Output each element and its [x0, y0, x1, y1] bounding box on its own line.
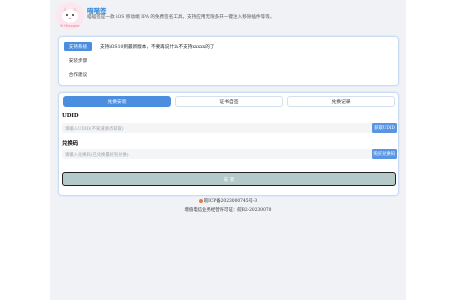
info-card: 支持系统 安装步骤 合作建议 支持iOS10到最新版本，不要再说什么不支持xxx… — [58, 36, 399, 86]
page-container: Hi Miaoqian 喵喵签 喵喵签是一款 iOS 移动端 IPA 的免费签名… — [50, 0, 406, 300]
logo-text: Hi Miaoqian — [60, 24, 81, 28]
buy-code-button[interactable]: 购买兑换码 — [371, 149, 397, 159]
notice-text: 支持iOS10到最新版本，不要再说什么不支持xxxxx的了 — [100, 45, 215, 50]
install-card: 兑换安装 证书自签 兑换记录 UDID 请输入UDID(不知道请点获取) 获取U… — [58, 92, 399, 196]
udid-field[interactable]: 请输入UDID(不知道请点获取) 获取UDID — [62, 123, 397, 133]
icp-footer[interactable]: 皖ICP备2023000745号-3 — [50, 198, 406, 204]
app-logo: Hi Miaoqian — [56, 2, 84, 30]
udid-label: UDID — [62, 113, 79, 119]
code-placeholder: 请输入兑换码(已兑换最好别兑换) — [65, 152, 129, 158]
get-udid-button[interactable]: 获取UDID — [372, 123, 397, 133]
header: Hi Miaoqian 喵喵签 喵喵签是一款 iOS 移动端 IPA 的免费签名… — [56, 2, 400, 30]
app-description: 喵喵签是一款 iOS 移动端 IPA 的免费签名工具，支持应用无限多开一键注入移… — [87, 15, 275, 20]
tab-redeem-install[interactable]: 兑换安装 — [63, 96, 171, 107]
cat-logo-icon: Hi Miaoqian — [56, 2, 84, 30]
udid-placeholder: 请输入UDID(不知道请点获取) — [65, 126, 124, 132]
tab-bar: 兑换安装 证书自签 兑换记录 — [61, 96, 398, 107]
menu-item-supported-systems[interactable]: 支持系统 — [64, 42, 92, 51]
tab-redeem-records[interactable]: 兑换记录 — [287, 96, 395, 107]
icp-text[interactable]: 皖ICP备2023000745号-3 — [204, 199, 257, 204]
tab-cert-self-sign[interactable]: 证书自签 — [175, 96, 283, 107]
menu-item-cooperation[interactable]: 合作建议 — [64, 70, 92, 79]
police-badge-icon — [198, 199, 203, 203]
menu-item-install-steps[interactable]: 安装步骤 — [64, 56, 92, 65]
install-button[interactable]: 安 装 — [62, 172, 396, 186]
license-footer: 增值电信业务经营许可证：皖B2-20230070 — [184, 208, 272, 213]
redeem-code-field[interactable]: 请输入兑换码(已兑换最好别兑换) 购买兑换码 — [62, 149, 397, 159]
code-label: 兑换码 — [62, 141, 79, 147]
